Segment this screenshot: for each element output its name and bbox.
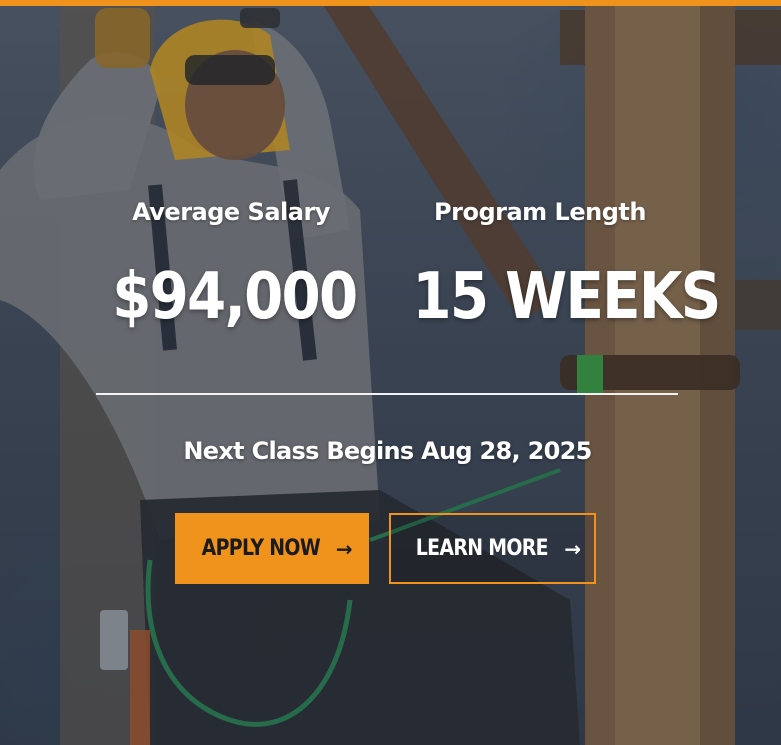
apply-now-label: APPLY NOW <box>201 536 321 561</box>
top-accent-bar <box>0 0 781 6</box>
arrow-right-icon: → <box>335 536 353 561</box>
next-class-date: Next Class Begins Aug 28, 2025 <box>183 437 592 465</box>
divider-line <box>96 393 678 395</box>
stat-value-salary: $94,000 <box>112 260 358 334</box>
stat-label-length: Program Length <box>434 198 646 226</box>
hero-section: Average Salary $94,000 Program Length 15… <box>0 0 781 745</box>
stat-program-length: Program Length 15 WEEKS <box>395 198 721 334</box>
learn-more-label: LEARN MORE <box>415 536 548 561</box>
stat-label-salary: Average Salary <box>132 198 330 226</box>
stat-average-salary: Average Salary $94,000 <box>96 198 366 334</box>
learn-more-button[interactable]: LEARN MORE → <box>389 513 596 584</box>
stat-value-length: 15 WEEKS <box>412 260 721 334</box>
arrow-right-icon: → <box>564 536 581 561</box>
apply-now-button[interactable]: APPLY NOW → <box>175 513 369 584</box>
dark-overlay <box>0 0 781 745</box>
